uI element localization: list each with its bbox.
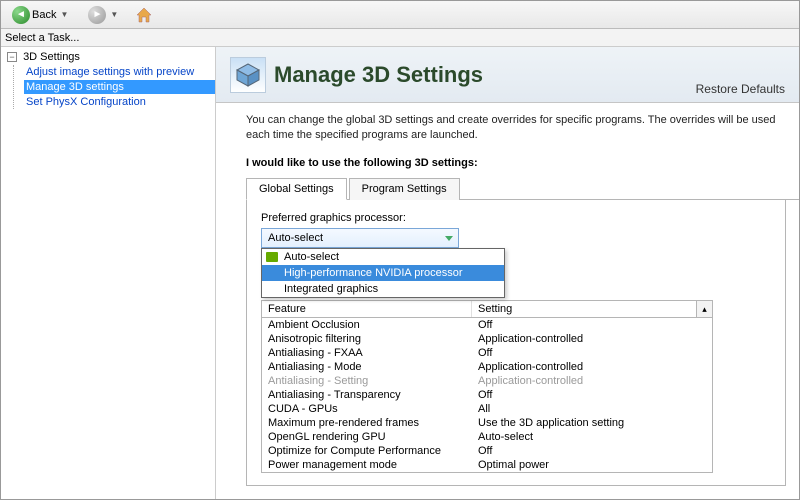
header-setting: Setting — [472, 301, 696, 317]
cell-feature: Antialiasing - Setting — [262, 374, 472, 388]
task-selector-bar[interactable]: Select a Task... — [1, 29, 799, 47]
preferred-processor-select[interactable]: Auto-select — [261, 228, 459, 248]
cell-setting: All — [472, 402, 712, 416]
table-row[interactable]: Maximum pre-rendered framesUse the 3D ap… — [262, 416, 712, 430]
dropdown-option-integrated[interactable]: Integrated graphics — [262, 281, 504, 297]
preferred-processor-combo: Auto-select Auto-select High-performance… — [261, 228, 459, 248]
back-arrow-icon: ◄ — [12, 6, 30, 24]
cell-feature: CUDA - GPUs — [262, 402, 472, 416]
page-description: You can change the global 3D settings an… — [216, 103, 799, 149]
tab-program-settings[interactable]: Program Settings — [349, 178, 460, 200]
cell-feature: Ambient Occlusion — [262, 318, 472, 332]
cell-setting: Optimal power — [472, 458, 712, 472]
table-row[interactable]: CUDA - GPUsAll — [262, 402, 712, 416]
tab-global-settings[interactable]: Global Settings — [246, 178, 347, 200]
table-row[interactable]: Optimize for Compute PerformanceOff — [262, 444, 712, 458]
cell-feature: Antialiasing - FXAA — [262, 346, 472, 360]
dropdown-option-label: Integrated graphics — [284, 283, 378, 295]
task-selector-label: Select a Task... — [5, 32, 79, 44]
tree-collapse-icon[interactable]: − — [7, 52, 17, 62]
tree-children: Adjust image settings with preview Manag… — [13, 65, 215, 109]
table-row[interactable]: Antialiasing - FXAAOff — [262, 346, 712, 360]
cell-setting: Application-controlled — [472, 360, 712, 374]
cell-feature: Power management mode — [262, 458, 472, 472]
content-pane: Manage 3D Settings Restore Defaults You … — [216, 47, 799, 499]
nvidia-icon — [266, 252, 278, 262]
sidebar: − 3D Settings Adjust image settings with… — [1, 47, 216, 499]
cell-setting: Use the 3D application setting — [472, 416, 712, 430]
page-title: Manage 3D Settings — [274, 62, 483, 88]
cell-feature: Optimize for Compute Performance — [262, 444, 472, 458]
sidebar-item-adjust-image[interactable]: Adjust image settings with preview — [24, 65, 215, 79]
dropdown-option-label: Auto-select — [284, 251, 339, 263]
settings-table-header: Feature Setting ▴ — [261, 300, 713, 318]
table-row[interactable]: Antialiasing - ModeApplication-controlle… — [262, 360, 712, 374]
dropdown-option-high-performance[interactable]: High-performance NVIDIA processor — [262, 265, 504, 281]
cell-feature: Antialiasing - Transparency — [262, 388, 472, 402]
settings-table: Feature Setting ▴ Ambient OcclusionOffAn… — [261, 300, 713, 473]
table-row[interactable]: Ambient OcclusionOff — [262, 318, 712, 332]
cell-setting: Off — [472, 318, 712, 332]
tab-body: Preferred graphics processor: Auto-selec… — [246, 200, 786, 486]
page-icon — [230, 57, 266, 93]
chevron-down-icon: ▼ — [58, 10, 70, 19]
tree-root-label[interactable]: 3D Settings — [23, 51, 80, 63]
cell-setting: Off — [472, 388, 712, 402]
table-row[interactable]: Antialiasing - SettingApplication-contro… — [262, 374, 712, 388]
scroll-up-button[interactable]: ▴ — [696, 301, 712, 317]
forward-button[interactable]: ► ▼ — [81, 3, 127, 27]
header-feature: Feature — [262, 301, 472, 317]
preferred-processor-label: Preferred graphics processor: — [261, 212, 771, 224]
back-label: Back — [32, 9, 56, 21]
forward-arrow-icon: ► — [88, 6, 106, 24]
dropdown-option-label: High-performance NVIDIA processor — [284, 267, 463, 279]
main-area: − 3D Settings Adjust image settings with… — [1, 47, 799, 499]
preferred-processor-dropdown: Auto-select High-performance NVIDIA proc… — [261, 248, 505, 298]
cell-setting: Off — [472, 444, 712, 458]
restore-defaults-link[interactable]: Restore Defaults — [696, 82, 785, 96]
dropdown-option-auto-select[interactable]: Auto-select — [262, 249, 504, 265]
back-button[interactable]: ◄ Back ▼ — [5, 3, 77, 27]
tab-row: Global Settings Program Settings — [246, 177, 799, 200]
cell-feature: OpenGL rendering GPU — [262, 430, 472, 444]
tree-root: − 3D Settings Adjust image settings with… — [1, 51, 215, 109]
settings-list[interactable]: Ambient OcclusionOffAnisotropic filterin… — [261, 318, 713, 473]
home-icon — [135, 7, 153, 23]
cell-setting: Application-controlled — [472, 374, 712, 388]
table-row[interactable]: OpenGL rendering GPUAuto-select — [262, 430, 712, 444]
cube-icon — [235, 62, 261, 88]
tabs-container: Global Settings Program Settings Preferr… — [246, 177, 799, 486]
cell-feature: Anisotropic filtering — [262, 332, 472, 346]
sidebar-item-manage-3d[interactable]: Manage 3D settings — [24, 80, 215, 94]
toolbar: ◄ Back ▼ ► ▼ — [1, 1, 799, 29]
table-row[interactable]: Power management modeOptimal power — [262, 458, 712, 472]
cell-setting: Application-controlled — [472, 332, 712, 346]
table-row[interactable]: Antialiasing - TransparencyOff — [262, 388, 712, 402]
page-header: Manage 3D Settings Restore Defaults — [216, 47, 799, 103]
cell-feature: Antialiasing - Mode — [262, 360, 472, 374]
page-subhead: I would like to use the following 3D set… — [216, 149, 799, 177]
sidebar-item-physx[interactable]: Set PhysX Configuration — [24, 95, 215, 109]
cell-feature: Maximum pre-rendered frames — [262, 416, 472, 430]
home-button[interactable] — [135, 7, 153, 23]
table-row[interactable]: Anisotropic filteringApplication-control… — [262, 332, 712, 346]
chevron-down-icon: ▼ — [108, 10, 120, 19]
cell-setting: Auto-select — [472, 430, 712, 444]
cell-setting: Off — [472, 346, 712, 360]
